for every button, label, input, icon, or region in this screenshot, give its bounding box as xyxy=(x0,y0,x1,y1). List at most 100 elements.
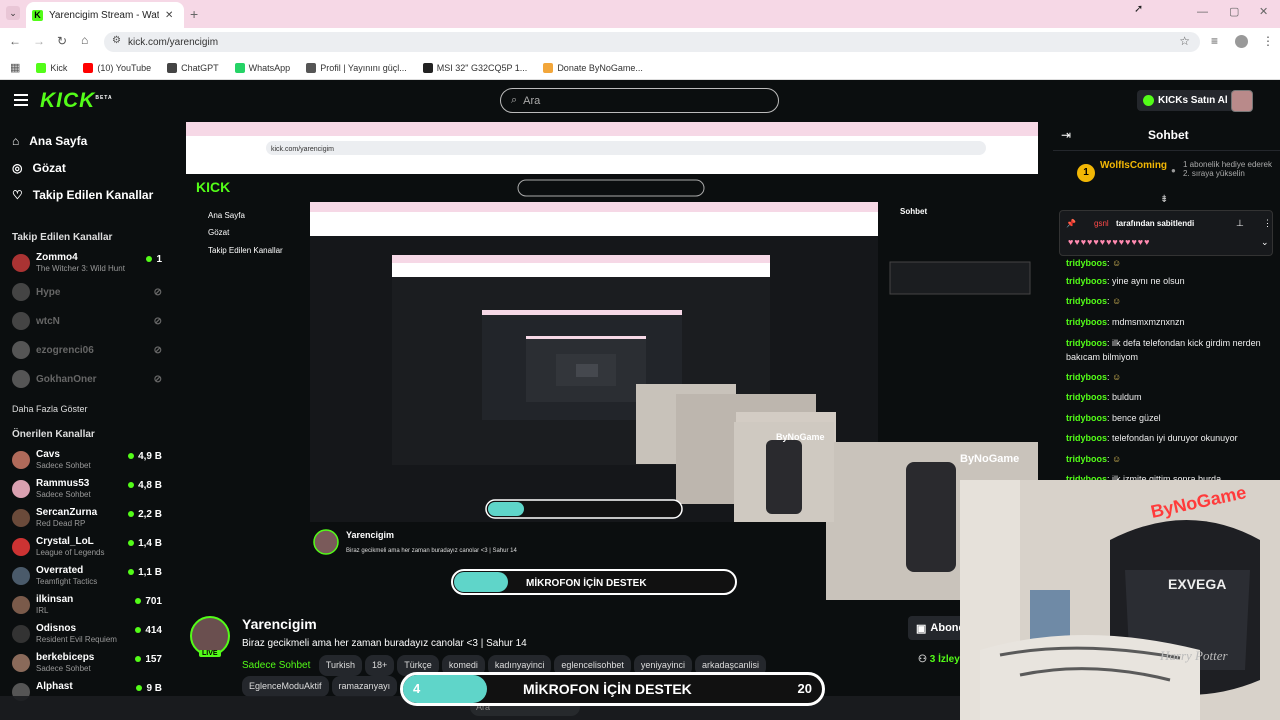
bookmark-favicon-icon xyxy=(36,62,47,73)
minimize-button[interactable]: — xyxy=(1197,6,1208,18)
followed-channel[interactable]: GokhanOner ⊘ xyxy=(12,368,162,392)
reload-icon[interactable]: ↻ xyxy=(57,34,67,48)
stream-tag[interactable]: Turkish xyxy=(318,655,363,676)
channel-name: SercanZurna xyxy=(36,507,98,518)
channel-category: IRL xyxy=(36,606,49,615)
sidebar: ⌂ Ana Sayfa ◎ Gözat ♡ Takip Edilen Kanallar Ta… xyxy=(0,122,172,720)
channel-category: Resident Evil Requiem xyxy=(36,635,117,644)
active-tab[interactable]: K Yarencigim Stream - Watch Live ✕ xyxy=(26,2,184,28)
profile-icon[interactable] xyxy=(1235,35,1248,48)
chat-username[interactable]: tridyboos xyxy=(1066,372,1107,382)
nav-item-0[interactable]: ⌂ Ana Sayfa xyxy=(12,134,87,148)
expand-leaderboard-icon[interactable]: ⇟ xyxy=(1160,194,1168,205)
top-gifter-name[interactable]: WolfIsComing xyxy=(1100,160,1167,171)
close-tab-icon[interactable]: ✕ xyxy=(165,10,173,21)
bookmark-6[interactable]: Donate ByNoGame... xyxy=(543,62,643,73)
viewer-count: 4,8 B xyxy=(128,480,162,491)
chat-text: bence güzel xyxy=(1112,413,1161,423)
stream-tag[interactable]: 18+ xyxy=(365,655,395,676)
followed-channel[interactable]: Zommo4 The Witcher 3: Wild Hunt 1 xyxy=(12,252,162,276)
recommended-channel[interactable]: Rammus53 Sadece Sohbet 4,8 B xyxy=(12,478,162,502)
followed-channel[interactable]: ezogrenci06 ⊘ xyxy=(12,339,162,363)
user-avatar[interactable] xyxy=(1231,90,1253,112)
bookmark-4[interactable]: Profil | Yayınını güçl... xyxy=(306,62,407,73)
home-browser-icon[interactable]: ⌂ xyxy=(81,33,88,47)
channel-name: Crystal_LoL xyxy=(36,536,94,547)
chevron-down-icon[interactable]: ⌄ xyxy=(1261,237,1269,248)
hamburger-menu-icon[interactable] xyxy=(14,94,28,106)
maximize-button[interactable]: ▢ xyxy=(1229,5,1239,18)
bookmark-label: Profil | Yayınını güçl... xyxy=(320,62,407,73)
recommended-channel[interactable]: Overrated Teamfight Tactics 1,1 B xyxy=(12,565,162,589)
chat-username[interactable]: tridyboos xyxy=(1066,392,1107,402)
svg-text:Gözat: Gözat xyxy=(208,228,230,237)
chat-message: tridyboos: mdmsmxmznxnzn xyxy=(1066,315,1271,329)
chat-username[interactable]: tridyboos xyxy=(1066,296,1107,306)
bookmark-1[interactable]: (10) YouTube xyxy=(83,62,151,73)
chat-username[interactable]: tridyboos xyxy=(1066,258,1107,268)
chat-username[interactable]: tridyboos xyxy=(1066,276,1107,286)
apps-grid-icon[interactable]: ▦ xyxy=(10,61,20,74)
channel-category: The Witcher 3: Wild Hunt xyxy=(36,264,125,273)
channel-avatar xyxy=(12,596,30,614)
new-tab-button[interactable]: + xyxy=(190,6,198,22)
chat-username[interactable]: tridyboos xyxy=(1066,338,1107,348)
close-window-button[interactable]: ✕ xyxy=(1259,5,1268,18)
followed-heading: Takip Edilen Kanallar xyxy=(12,232,113,243)
svg-text:Biraz gecikmeli ama her zaman: Biraz gecikmeli ama her zaman buradayız … xyxy=(346,548,517,554)
recommended-channel[interactable]: ilkinsan IRL 701 xyxy=(12,594,162,618)
recommended-channel[interactable]: Odisnos Resident Evil Requiem 414 xyxy=(12,623,162,647)
chat-username[interactable]: tridyboos xyxy=(1066,317,1107,327)
channel-name[interactable]: Yarencigim xyxy=(242,616,317,632)
nav-item-1[interactable]: ◎ Gözat xyxy=(12,161,66,175)
stream-tag[interactable]: EglenceModuAktif xyxy=(242,676,329,697)
pinned-message[interactable]: 📌 gsnl tarafından sabitlendi ⊥ ⋮ ♥♥♥♥♥♥♥… xyxy=(1059,210,1273,256)
bookmark-label: WhatsApp xyxy=(248,62,291,73)
channel-category: League of Legends xyxy=(36,548,105,557)
channel-avatar xyxy=(12,283,30,301)
site-info-icon[interactable]: ⚙ xyxy=(112,35,121,46)
svg-text:Sohbet: Sohbet xyxy=(900,207,927,216)
show-more-link[interactable]: Daha Fazla Göster xyxy=(12,404,88,414)
menu-kebab-icon[interactable]: ⋮ xyxy=(1262,34,1274,48)
media-control-icon[interactable]: ≡ xyxy=(1211,34,1218,48)
recommended-channel[interactable]: Crystal_LoL League of Legends 1,4 B xyxy=(12,536,162,560)
chat-message: tridyboos: telefondan iyi duruyor okunuy… xyxy=(1066,431,1271,445)
bookmark-3[interactable]: WhatsApp xyxy=(234,62,291,73)
bookmark-2[interactable]: ChatGPT xyxy=(167,62,219,73)
bookmark-star-icon[interactable]: ☆ xyxy=(1179,34,1190,48)
tab-list-button[interactable]: ⌄ xyxy=(6,6,20,20)
stream-player[interactable]: kick.com/yarencigim KICK Ana Sayfa Gözat… xyxy=(186,122,1038,600)
count-text: 1,1 B xyxy=(138,567,162,578)
followed-channel[interactable]: wtcN ⊘ xyxy=(12,310,162,334)
nav-item-2[interactable]: ♡ Takip Edilen Kanallar xyxy=(12,188,153,202)
collapse-chat-icon[interactable]: ⇥ xyxy=(1061,128,1071,142)
viewer-count: 157 xyxy=(135,654,162,665)
buy-kicks-button[interactable]: KICKs Satın Al xyxy=(1137,90,1234,111)
channel-avatar xyxy=(12,538,30,556)
heart-icon: ♡ xyxy=(12,188,23,202)
chat-username[interactable]: tridyboos xyxy=(1066,433,1107,443)
chat-username[interactable]: tridyboos xyxy=(1066,454,1107,464)
kick-logo[interactable]: KICKBETA xyxy=(40,89,113,113)
followed-channel[interactable]: Hype ⊘ xyxy=(12,281,162,305)
recommended-channel[interactable]: berkebiceps Sadece Sohbet 157 xyxy=(12,652,162,676)
search-input[interactable]: ⌕ Ara xyxy=(500,88,779,113)
category-link[interactable]: Sadece Sohbet xyxy=(242,660,310,671)
channel-name: berkebiceps xyxy=(36,652,95,663)
recommended-channel[interactable]: SercanZurna Red Dead RP 2,2 B xyxy=(12,507,162,531)
live-dot-icon xyxy=(128,540,135,546)
nav-label: Takip Edilen Kanallar xyxy=(32,188,154,202)
channel-name: Rammus53 xyxy=(36,478,90,489)
bookmark-0[interactable]: Kick xyxy=(36,62,67,73)
stream-tag[interactable]: ramazanyayı xyxy=(331,676,398,697)
chat-username[interactable]: tridyboos xyxy=(1066,413,1107,423)
back-icon[interactable]: ← xyxy=(9,34,21,48)
pinned-user: gsnl xyxy=(1094,219,1109,228)
recommended-channel[interactable]: Cavs Sadece Sohbet 4,9 B xyxy=(12,449,162,473)
pinned-menu-icon[interactable]: ⋮ xyxy=(1263,218,1272,229)
bookmark-5[interactable]: MSI 32" G32CQ5P 1... xyxy=(422,62,527,73)
unpin-icon[interactable]: ⊥ xyxy=(1236,218,1244,229)
forward-icon[interactable]: → xyxy=(33,34,45,48)
url-field[interactable]: ⚙ kick.com/yarencigim ☆ xyxy=(104,32,1200,52)
